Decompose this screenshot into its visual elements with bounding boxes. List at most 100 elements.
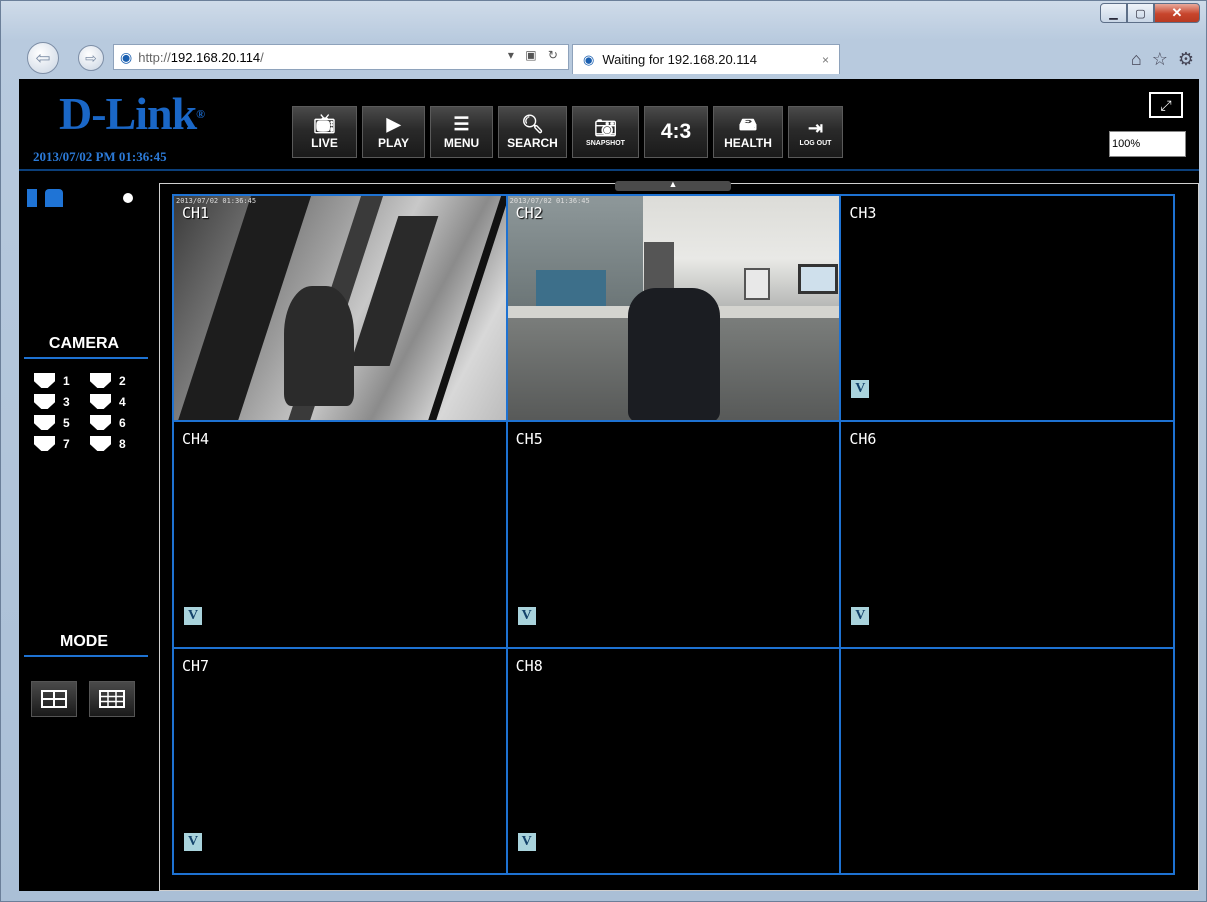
channel-label: CH2 (515, 204, 543, 222)
fit-screen-icon: ⤢ (1160, 96, 1172, 113)
blue-square-icon[interactable] (27, 189, 37, 207)
logout-button[interactable]: ⇥ LOG OUT (788, 106, 843, 158)
camera-item-5[interactable]: 5 (34, 415, 90, 430)
logout-icon: ⇥ (807, 117, 824, 138)
favorites-star-icon[interactable]: ☆ (1152, 49, 1168, 70)
channel-cell-6[interactable]: CH6 V (840, 421, 1174, 648)
camera-icon (34, 373, 55, 388)
channel-cell-7[interactable]: CH7 V (173, 647, 507, 874)
app-header: D-Link® 2013/07/02 PM 01:36:45 📺︎ LIVE ▶… (19, 79, 1199, 171)
video-area: ▲ 2013/07/02 01:36:45 CH1 2013/07/02 01:… (159, 179, 1199, 891)
video-loss-badge: V (517, 832, 536, 851)
browser-right-tools: ⌂ ☆ ⚙ (1131, 49, 1194, 70)
mode-buttons (31, 681, 135, 717)
quad-layout-button[interactable] (31, 681, 77, 717)
channel-label: CH4 (182, 430, 210, 449)
camera-item-2[interactable]: 2 (90, 373, 146, 388)
search-doc-icon: 🔍︎ (521, 114, 544, 134)
snapshot-label: SNAPSHOT (586, 139, 625, 147)
record-dot-icon[interactable] (123, 193, 133, 203)
gear-icon[interactable]: ⚙ (1178, 49, 1194, 70)
channel-cell-9[interactable] (840, 647, 1174, 874)
tv-icon: 📺︎ (313, 114, 336, 134)
grid-3x3-icon (99, 690, 125, 708)
zoom-input[interactable] (1109, 131, 1186, 157)
channel-cell-2[interactable]: 2013/07/02 01:36:45 CH2 (506, 195, 841, 422)
camera-item-1[interactable]: 1 (34, 373, 90, 388)
browser-window: ▁ ▢ ✕ ⇦ ⇨ ◉ http:// 192.168.20.114 / ▾ ▣… (0, 0, 1207, 902)
channel-label: CH3 (849, 204, 877, 222)
camera-item-8[interactable]: 8 (90, 436, 146, 451)
snapshot-button[interactable]: 📷︎ SNAPSHOT (572, 106, 639, 158)
fit-screen-button[interactable]: ⤢ (1149, 92, 1183, 118)
camera-number: 3 (63, 394, 70, 409)
menu-label: MENU (443, 136, 480, 150)
home-icon[interactable]: ⌂ (1131, 49, 1142, 70)
address-tools[interactable]: ▾ ▣ ↻ (508, 48, 562, 62)
camera-icon (34, 415, 55, 430)
channel-grid: 2013/07/02 01:36:45 CH1 2013/07/02 01:36… (172, 194, 1175, 875)
camera-icon (90, 373, 111, 388)
toolbar-collapse-handle[interactable]: ▲ (615, 179, 731, 191)
camera-item-3[interactable]: 3 (34, 394, 90, 409)
camera-item-6[interactable]: 6 (90, 415, 146, 430)
nine-layout-button[interactable] (89, 681, 135, 717)
channel-label: CH5 (515, 430, 543, 449)
camera-item-4[interactable]: 4 (90, 394, 146, 409)
camera-item-7[interactable]: 7 (34, 436, 90, 451)
channel-cell-1[interactable]: 2013/07/02 01:36:45 CH1 (173, 195, 507, 422)
header-divider (19, 169, 1199, 171)
maximize-button[interactable]: ▢ (1127, 3, 1154, 23)
camera-list: 1 2 3 4 5 6 7 8 (34, 373, 146, 451)
channel-cell-4[interactable]: CH4 V (173, 421, 507, 648)
back-arrow-icon: ⇦ (35, 47, 51, 68)
camera-title: CAMERA (48, 335, 120, 352)
menu-icon: ☰ (453, 114, 470, 134)
grid-2x2-icon (41, 690, 67, 708)
channel-label: CH8 (515, 656, 543, 675)
ie-icon: ◉ (583, 51, 595, 67)
datetime-display: 2013/07/02 PM 01:36:45 (33, 149, 167, 164)
search-button[interactable]: 🔍︎ SEARCH (498, 106, 567, 158)
camera-divider (24, 357, 148, 359)
ratio-label: 4:3 (660, 120, 692, 143)
blue-tab-icon[interactable] (45, 189, 63, 207)
channel-label: CH6 (849, 430, 877, 449)
video-loss-badge: V (851, 606, 870, 625)
menu-button[interactable]: ☰ MENU (430, 106, 493, 158)
forward-button[interactable]: ⇨ (78, 45, 104, 71)
channel-cell-5[interactable]: CH5 V (506, 421, 841, 648)
camera-number: 5 (63, 415, 70, 430)
mode-title: MODE (60, 633, 108, 650)
channel-cell-8[interactable]: CH8 V (506, 647, 841, 874)
camera-number: 1 (63, 373, 70, 388)
url-suffix: / (260, 49, 264, 65)
channel-cell-3[interactable]: CH3 V (840, 195, 1174, 422)
health-button[interactable]: 🖴︎ HEALTH (713, 106, 783, 158)
live-button[interactable]: 📺︎ LIVE (292, 106, 357, 158)
camera-number: 8 (119, 436, 126, 451)
search-label: SEARCH (507, 136, 558, 150)
collapse-up-icon: ▲ (668, 179, 678, 189)
url-host: 192.168.20.114 (170, 49, 261, 65)
video-loss-badge: V (184, 606, 202, 625)
video-loss-badge: V (184, 832, 202, 851)
video-loss-badge: V (851, 380, 870, 399)
camera-feed-2 (507, 196, 840, 421)
feed-shape (797, 264, 838, 294)
camera-number: 4 (119, 394, 126, 409)
channel-label: CH1 (182, 204, 210, 222)
camera-feed-1 (174, 196, 506, 421)
browser-tab[interactable]: ◉ Waiting for 192.168.20.114 × (572, 44, 840, 74)
minimize-button[interactable]: ▁ (1100, 3, 1127, 23)
tab-close-icon[interactable]: × (822, 53, 829, 67)
aspect-ratio-button[interactable]: 4:3 (644, 106, 708, 158)
close-window-button[interactable]: ✕ (1154, 3, 1200, 23)
back-button[interactable]: ⇦ (27, 42, 59, 74)
dlink-logo: D-Link® (59, 91, 205, 137)
play-button[interactable]: ▶ PLAY (362, 106, 425, 158)
ie-icon: ◉ (120, 48, 133, 65)
address-bar[interactable]: ◉ http:// 192.168.20.114 / ▾ ▣ ↻ (113, 44, 569, 70)
browser-navbar: ⇦ ⇨ ◉ http:// 192.168.20.114 / ▾ ▣ ↻ ◉ W… (1, 39, 1207, 79)
camera-icon (90, 415, 111, 430)
